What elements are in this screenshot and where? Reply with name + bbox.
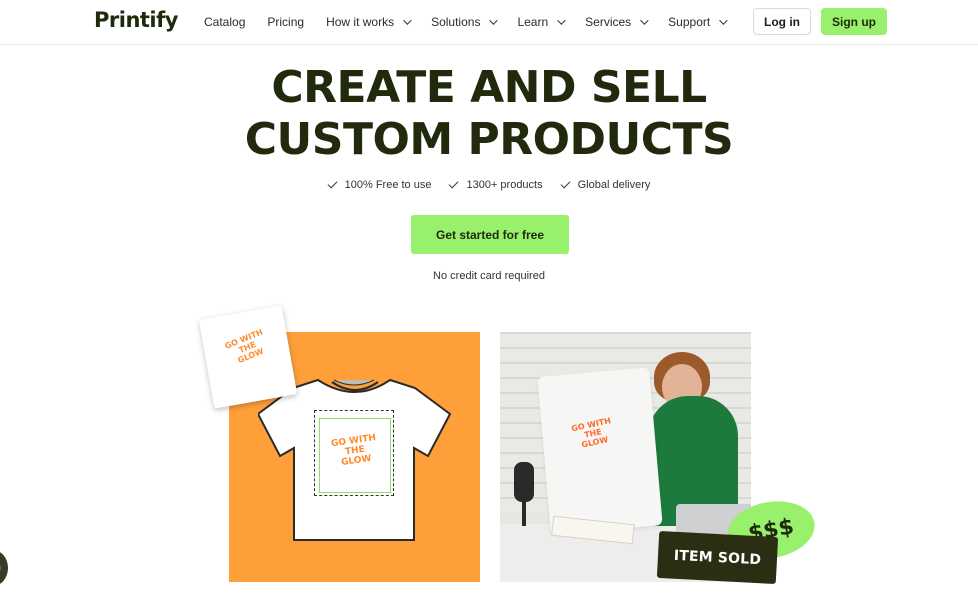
microphone-stand (522, 500, 526, 526)
no-credit-card-note: No credit card required (433, 270, 545, 282)
chevron-down-icon (403, 16, 412, 25)
chevron-down-icon (640, 16, 649, 25)
check-icon (449, 178, 459, 189)
design-card: GO WITH THE GLOW (198, 305, 298, 409)
nav-link-solutions[interactable]: Solutions (431, 15, 499, 29)
nav-link-label: Solutions (431, 15, 481, 29)
nav-link-learn[interactable]: Learn (517, 15, 566, 29)
feature-item: 1300+ products (449, 178, 543, 191)
check-icon (327, 178, 338, 189)
hero-headline-line-1: CREATE AND SELL (271, 62, 707, 113)
microphone (514, 462, 534, 502)
check-icon (560, 178, 571, 189)
login-button[interactable]: Log in (753, 8, 811, 35)
nav-link-pricing[interactable]: Pricing (267, 15, 304, 29)
feature-item: 100% Free to use (327, 178, 432, 191)
white-shirt (537, 367, 663, 535)
nav-link-label: How it works (326, 15, 395, 29)
item-sold-badge: ITEM SOLD (656, 530, 779, 585)
nav-link-label: Learn (517, 15, 549, 29)
chevron-down-icon (557, 16, 566, 25)
feature-label: 1300+ products (466, 179, 543, 191)
shirt-design-text: GO WITH THE GLOW (330, 433, 377, 468)
chevron-down-icon (719, 16, 728, 25)
nav-link-label: Catalog (204, 15, 246, 29)
get-started-button[interactable]: Get started for free (411, 215, 569, 254)
chat-bubble-button[interactable] (0, 550, 8, 586)
nav-link-services[interactable]: Services (585, 15, 649, 29)
nav-link-label: Services (585, 15, 632, 29)
feature-list: 100% Free to use 1300+ products Global d… (0, 178, 978, 191)
nav-link-support[interactable]: Support (668, 15, 728, 29)
feature-label: 100% Free to use (344, 179, 432, 191)
signup-button[interactable]: Sign up (821, 8, 887, 35)
design-card-text: GO WITH THE GLOW (223, 327, 265, 366)
nav-links: Catalog Pricing How it works Solutions L… (204, 0, 747, 44)
nav-link-catalog[interactable]: Catalog (204, 15, 245, 29)
nav-link-label: Support (668, 15, 711, 29)
nav-link-label: Pricing (267, 15, 305, 29)
hero-headline-line-2: CUSTOM PRODUCTS (244, 114, 734, 165)
chevron-down-icon (489, 16, 499, 25)
printify-logo[interactable]: Printify (94, 8, 178, 32)
feature-label: Global delivery (577, 179, 651, 191)
top-navigation: Printify Catalog Pricing How it works So… (0, 0, 978, 45)
nav-link-how-it-works[interactable]: How it works (326, 15, 412, 29)
chat-icon (0, 564, 2, 572)
feature-item: Global delivery (560, 178, 651, 191)
